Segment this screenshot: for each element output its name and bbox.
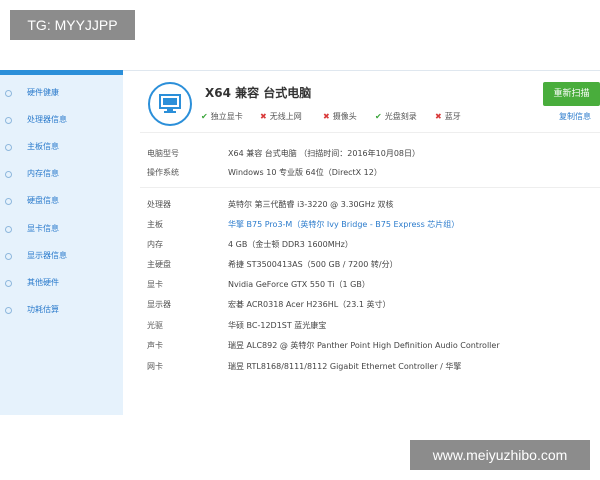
bullet-icon [5, 198, 12, 205]
sidebar-item-label: 处理器信息 [27, 115, 67, 124]
bullet-icon [5, 90, 12, 97]
spec-key-memory: 内存 [147, 240, 163, 249]
telegram-watermark: TG: MYYJJPP [10, 10, 135, 40]
feature-wifi: ✖ 无线上网 [260, 111, 302, 123]
spec-key-motherboard: 主板 [147, 220, 163, 229]
spec-value-memory: 4 GB（金士顿 DDR3 1600MHz） [228, 240, 353, 249]
cross-icon: ✖ [435, 112, 442, 121]
copy-info-link[interactable]: 复制信息 [559, 111, 591, 122]
spec-value-network: 瑞昱 RTL8168/8111/8112 Gigabit Ethernet Co… [228, 362, 462, 371]
sidebar-item-other-hardware[interactable]: 其他硬件 [0, 274, 123, 292]
cross-icon: ✖ [323, 112, 330, 121]
sidebar-item-label: 硬盘信息 [27, 196, 59, 205]
divider [140, 132, 600, 133]
feature-label: 无线上网 [269, 112, 302, 121]
feature-dedicated-gpu: ✔ 独立显卡 [201, 111, 243, 123]
computer-logo-icon [148, 82, 192, 126]
bullet-icon [5, 226, 12, 233]
feature-label: 光盘刻录 [384, 112, 417, 121]
summary-value-model: X64 兼容 台式电脑 （扫描时间：2016年10月08日） [228, 149, 421, 158]
sidebar-item-monitor[interactable]: 显示器信息 [0, 247, 123, 265]
spec-value-cpu: 英特尔 第三代酷睿 i3-3220 @ 3.30GHz 双核 [228, 200, 394, 209]
divider [140, 187, 600, 188]
feature-label: 独立显卡 [210, 112, 243, 121]
feature-camera: ✖ 摄像头 [323, 111, 357, 123]
spec-key-sound: 声卡 [147, 341, 163, 350]
summary-value-os: Windows 10 专业版 64位（DirectX 12） [228, 168, 382, 177]
sidebar-item-label: 功耗估算 [27, 305, 59, 314]
bullet-icon [5, 117, 12, 124]
page-title: X64 兼容 台式电脑 [205, 86, 312, 100]
cross-icon: ✖ [260, 112, 267, 121]
spec-key-disk: 主硬盘 [147, 260, 171, 269]
sidebar-item-label: 其他硬件 [27, 278, 59, 287]
feature-label: 摄像头 [332, 112, 357, 121]
bullet-icon [5, 280, 12, 287]
sidebar-item-label: 显示器信息 [27, 251, 67, 260]
spec-value-optical-drive: 华硕 BC-12D1ST 蓝光康宝 [228, 321, 327, 330]
bullet-icon [5, 171, 12, 178]
sidebar-item-label: 主板信息 [27, 142, 59, 151]
monitor-icon [159, 94, 181, 113]
spec-value-sound: 瑞昱 ALC892 @ 英特尔 Panther Point High Defin… [228, 341, 500, 350]
sidebar-item-label: 显卡信息 [27, 224, 59, 233]
spec-value-disk: 希捷 ST3500413AS（500 GB / 7200 转/分） [228, 260, 398, 269]
feature-disc-burner: ✔ 光盘刻录 [375, 111, 417, 123]
summary-key-os: 操作系统 [147, 168, 179, 177]
sidebar-item-cpu[interactable]: 处理器信息 [0, 111, 123, 129]
check-icon: ✔ [375, 112, 382, 121]
summary-key-model: 电脑型号 [147, 149, 179, 158]
spec-value-graphics: Nvidia GeForce GTX 550 Ti（1 GB） [228, 280, 370, 289]
site-watermark: www.meiyuzhibo.com [410, 440, 590, 470]
sidebar-item-label: 内存信息 [27, 169, 59, 178]
spec-key-optical-drive: 光驱 [147, 321, 163, 330]
bullet-icon [5, 253, 12, 260]
bullet-icon [5, 307, 12, 314]
rescan-button[interactable]: 重新扫描 [543, 82, 600, 106]
sidebar: 硬件健康 处理器信息 主板信息 内存信息 硬盘信息 显卡信息 显示器信息 其他硬… [0, 70, 123, 415]
spec-key-cpu: 处理器 [147, 200, 171, 209]
sidebar-item-disk[interactable]: 硬盘信息 [0, 192, 123, 210]
spec-value-motherboard-link[interactable]: 华擎 B75 Pro3-M（英特尔 Ivy Bridge - B75 Expre… [228, 219, 459, 230]
sidebar-item-graphics[interactable]: 显卡信息 [0, 220, 123, 238]
check-icon: ✔ [201, 112, 208, 121]
spec-value-monitor: 宏碁 ACR0318 Acer H236HL（23.1 英寸） [228, 300, 391, 309]
sidebar-item-hardware-health[interactable]: 硬件健康 [0, 84, 123, 102]
sidebar-item-memory[interactable]: 内存信息 [0, 165, 123, 183]
sidebar-item-motherboard[interactable]: 主板信息 [0, 138, 123, 156]
feature-bluetooth: ✖ 蓝牙 [435, 111, 461, 123]
main-top-border [123, 70, 600, 71]
spec-key-network: 网卡 [147, 362, 163, 371]
spec-key-graphics: 显卡 [147, 280, 163, 289]
sidebar-item-power-estimate[interactable]: 功耗估算 [0, 301, 123, 319]
spec-key-monitor: 显示器 [147, 300, 171, 309]
sidebar-item-label: 硬件健康 [27, 88, 59, 97]
bullet-icon [5, 144, 12, 151]
feature-label: 蓝牙 [444, 112, 461, 121]
